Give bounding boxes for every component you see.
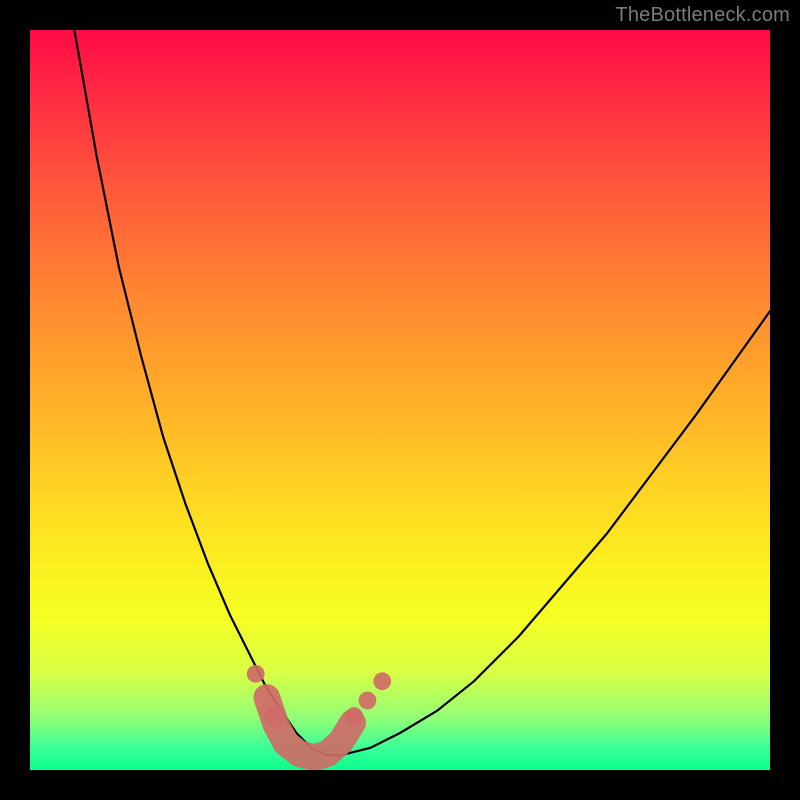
marker-right-2 — [359, 692, 377, 710]
bottleneck-curve — [30, 30, 770, 755]
curve-svg — [30, 30, 770, 770]
plot-area — [30, 30, 770, 770]
trough-highlight — [267, 697, 353, 757]
watermark-text: TheBottleneck.com — [615, 4, 790, 27]
marker-right-3 — [373, 672, 391, 690]
marker-right-1 — [345, 707, 363, 725]
marker-left-high — [247, 665, 265, 683]
marker-left-low — [264, 706, 285, 727]
chart-frame: TheBottleneck.com — [0, 0, 800, 800]
